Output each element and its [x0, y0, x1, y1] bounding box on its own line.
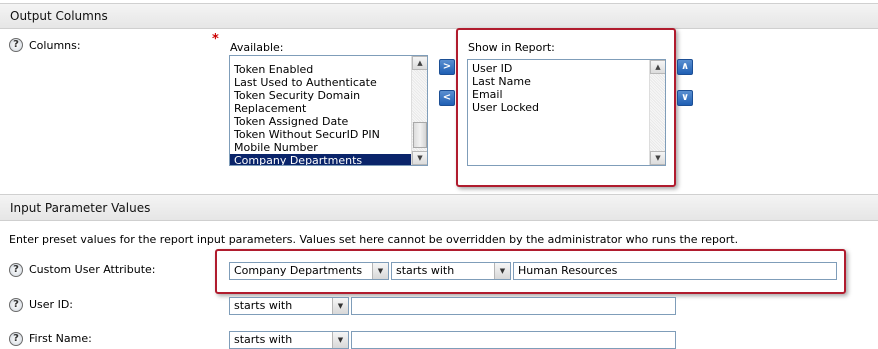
list-item[interactable] — [230, 56, 411, 63]
scroll-up-icon[interactable]: ▲ — [412, 56, 427, 70]
available-items-container: Token Enabled Last Used to Authenticate … — [230, 56, 411, 165]
list-item[interactable]: Mobile Number — [230, 141, 411, 154]
user-id-operator-select[interactable]: starts with ▼ — [229, 297, 349, 315]
list-item[interactable]: User ID — [468, 62, 649, 75]
input-parameters-header: Input Parameter Values — [0, 194, 878, 221]
scroll-down-icon[interactable]: ▼ — [412, 151, 427, 165]
chevron-left-icon: < — [442, 92, 452, 103]
show-scrollbar[interactable]: ▲ ▼ — [649, 60, 665, 165]
select-value: starts with — [234, 299, 293, 312]
list-item[interactable]: Last Name — [468, 75, 649, 88]
section-title: Input Parameter Values — [10, 201, 151, 215]
help-icon[interactable]: ? — [9, 298, 23, 312]
required-asterisk: * — [212, 32, 219, 47]
list-item[interactable]: Token Assigned Date — [230, 115, 411, 128]
chevron-down-icon: ∨ — [680, 92, 690, 103]
chevron-right-icon: > — [442, 61, 452, 72]
chevron-up-icon: ∧ — [680, 61, 690, 72]
custom-attribute-select[interactable]: Company Departments ▼ — [229, 262, 389, 280]
user-id-label: User ID: — [29, 298, 73, 311]
list-item[interactable]: Token Security Domain — [230, 89, 411, 102]
move-down-button[interactable]: ∨ — [677, 90, 693, 106]
list-item[interactable]: User Locked — [468, 101, 649, 114]
show-items-container: User ID Last Name Email User Locked — [468, 62, 649, 114]
list-item[interactable]: Last Used to Authenticate — [230, 76, 411, 89]
list-item[interactable]: Email — [468, 88, 649, 101]
list-item[interactable]: Token Enabled — [230, 63, 411, 76]
available-scrollbar[interactable]: ▲ ▼ — [411, 56, 427, 165]
available-label: Available: — [230, 41, 284, 54]
list-item-selected[interactable]: Company Departments — [230, 154, 411, 165]
chevron-down-icon[interactable]: ▼ — [494, 263, 510, 279]
first-name-value-input[interactable] — [351, 331, 676, 349]
list-item[interactable]: Token Without SecurID PIN — [230, 128, 411, 141]
list-item[interactable]: Replacement — [230, 102, 411, 115]
chevron-down-icon[interactable]: ▼ — [372, 263, 388, 279]
custom-attribute-value-input[interactable]: Human Resources — [513, 262, 837, 280]
help-icon[interactable]: ? — [9, 332, 23, 346]
help-icon[interactable]: ? — [9, 38, 23, 52]
output-columns-header: Output Columns — [0, 3, 878, 29]
chevron-down-icon[interactable]: ▼ — [332, 298, 348, 314]
show-in-report-listbox[interactable]: User ID Last Name Email User Locked ▲ ▼ — [467, 59, 666, 166]
first-name-label: First Name: — [29, 332, 92, 345]
chevron-down-icon[interactable]: ▼ — [332, 332, 348, 348]
first-name-operator-select[interactable]: starts with ▼ — [229, 331, 349, 349]
move-right-button[interactable]: > — [439, 59, 455, 75]
available-columns-listbox[interactable]: Token Enabled Last Used to Authenticate … — [229, 55, 428, 166]
help-icon[interactable]: ? — [9, 263, 23, 277]
input-parameters-description: Enter preset values for the report input… — [9, 233, 739, 246]
show-in-report-label: Show in Report: — [468, 41, 555, 54]
user-id-value-input[interactable] — [351, 297, 676, 315]
scroll-up-icon[interactable]: ▲ — [650, 60, 665, 74]
section-title: Output Columns — [10, 9, 108, 23]
custom-user-attribute-label: Custom User Attribute: — [29, 263, 156, 276]
scroll-down-icon[interactable]: ▼ — [650, 151, 665, 165]
columns-label: Columns: — [29, 39, 81, 52]
move-up-button[interactable]: ∧ — [677, 59, 693, 75]
move-left-button[interactable]: < — [439, 90, 455, 106]
select-value: starts with — [396, 264, 455, 277]
scroll-thumb[interactable] — [413, 122, 427, 148]
custom-attribute-operator-select[interactable]: starts with ▼ — [391, 262, 511, 280]
select-value: Company Departments — [234, 264, 363, 277]
